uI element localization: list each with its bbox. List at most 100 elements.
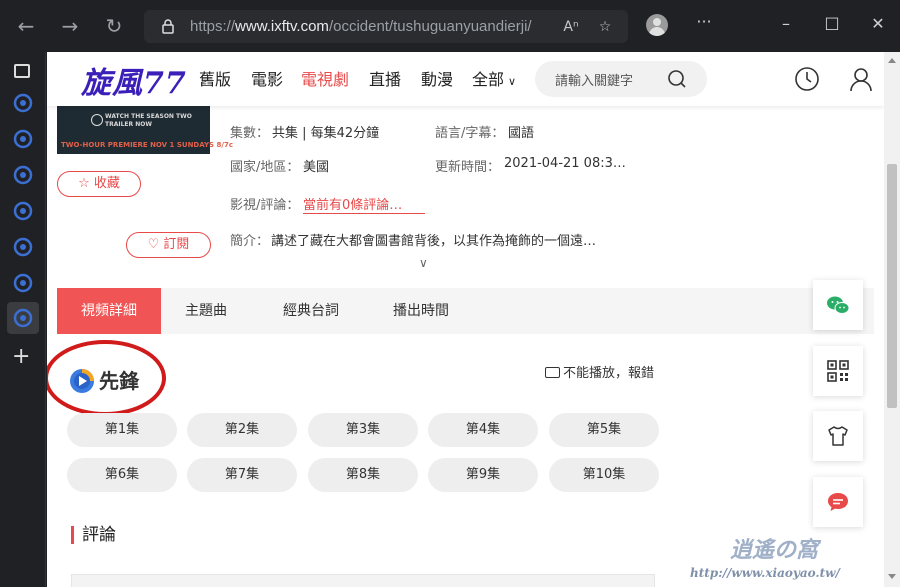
detail-tabs: 視頻詳細 主題曲 經典台詞 播出時間 [57,288,874,334]
new-tab-icon[interactable]: + [12,346,30,368]
chat-bubble-icon [828,493,848,511]
favorite-button[interactable]: ☆ 收藏 [57,171,141,197]
tab-favicon-icon[interactable] [12,128,34,150]
tab-theme-song[interactable]: 主題曲 [161,288,251,334]
forward-icon[interactable]: → [58,14,82,38]
episode-button[interactable]: 第6集 [67,458,177,492]
episode-button[interactable]: 第3集 [308,413,418,447]
episode-button[interactable]: 第2集 [187,413,297,447]
episode-button[interactable]: 第10集 [549,458,659,492]
episode-button[interactable]: 第7集 [187,458,297,492]
poster-image[interactable]: WATCH THE SEASON TWO TRAILER NOW TWO-HOU… [57,106,233,154]
watermark-logo-text: 逍遙の窩 [730,537,819,563]
search-icon[interactable] [667,69,687,89]
region-label: 國家/地區： [230,160,300,175]
expand-chevron-icon[interactable]: ∨ [419,256,428,270]
scrollbar-thumb[interactable] [887,164,897,408]
updated-label: 更新時間： [435,160,501,175]
scrollbar[interactable] [884,52,900,587]
region-value: 美國 [303,160,330,175]
comments-heading: 評論 [71,526,116,544]
poster-text: WATCH THE SEASON TWO [105,113,192,120]
watermark-url: http://www.xiaoyao.tw/ [690,566,840,580]
review-link[interactable]: 當前有0條評論… [303,194,425,214]
wechat-button[interactable] [813,280,863,330]
tab-favicon-icon[interactable] [12,200,34,222]
menu-item-live[interactable]: 直播 [369,66,401,90]
updated-value: 2021-04-21 08:3… [504,156,626,171]
intro-value: 講述了藏在大都會圖書館背後，以其作為掩飾的一個遠… [271,234,597,249]
language-value: 國語 [508,126,535,141]
tab-air-time[interactable]: 播出時間 [371,288,471,334]
mail-icon [545,367,560,378]
history-clock-icon[interactable] [794,66,820,92]
menu-item-old-version[interactable]: 舊版 [199,66,231,90]
menu-item-movies[interactable]: 電影 [251,66,283,90]
comment-input[interactable] [71,574,655,587]
episode-button[interactable]: 第5集 [549,413,659,447]
report-error-label: 不能播放，報錯 [563,366,655,381]
menu-item-tv-series[interactable]: 電視劇 [301,66,349,90]
heart-icon: ♡ [147,237,164,252]
favorite-label: 收藏 [93,176,120,191]
refresh-icon[interactable]: ↻ [102,14,126,38]
chevron-down-icon: ∨ [508,75,517,88]
site-logo[interactable]: 旋風77 [81,58,187,102]
episode-button[interactable]: 第1集 [67,413,177,447]
tab-favicon-icon[interactable] [12,92,34,114]
user-icon[interactable] [848,66,874,92]
back-icon[interactable]: ← [14,14,38,38]
menu-item-all-label: 全部 [472,70,505,89]
tab-classic-lines[interactable]: 經典台詞 [261,288,361,334]
browser-toolbar: ← → ↻ https://www.ixftv.com/occident/tus… [0,0,900,52]
source-name: 先鋒 [99,369,139,393]
url-text: https://www.ixftv.com/occident/tushuguan… [190,18,532,35]
intro-label: 簡介： [230,234,270,249]
source-xianfeng[interactable]: 先鋒 [61,360,157,396]
episodes-value: 共集 | 每集42分鐘 [272,126,380,141]
maximize-icon[interactable]: □ [822,13,842,32]
review-label: 影視/評論： [230,198,300,213]
poster-text: TRAILER NOW [105,121,152,128]
web-page: 旋風77 舊版 電影 電視劇 直播 動漫 全部 ∨ 請輸入關鍵字 WATCH TH… [47,52,884,587]
minimize-icon[interactable]: – [776,14,796,33]
tab-actions-icon[interactable] [14,64,30,78]
star-icon: ☆ [78,176,94,191]
qr-code-button[interactable] [813,346,863,396]
tshirt-icon [828,426,848,446]
read-aloud-icon[interactable]: Aⁿ [560,16,582,38]
subscribe-button[interactable]: ♡ 訂閱 [126,232,211,258]
address-bar[interactable]: https://www.ixftv.com/occident/tushuguan… [144,10,628,43]
episode-button[interactable]: 第9集 [428,458,538,492]
menu-item-anime[interactable]: 動漫 [421,66,453,90]
episode-button[interactable]: 第4集 [428,413,538,447]
episodes-label: 集數： [230,126,270,141]
subscribe-label: 訂閱 [163,237,190,252]
menu-item-all[interactable]: 全部 ∨ [472,66,516,90]
site-header: 旋風77 舊版 電影 電視劇 直播 動漫 全部 ∨ 請輸入關鍵字 [47,52,884,106]
wechat-icon [827,296,850,314]
search-input[interactable]: 請輸入關鍵字 [555,70,633,89]
search-box[interactable]: 請輸入關鍵字 [535,61,707,97]
poster-text: TWO-HOUR PREMIERE NOV 1 SUNDAYS 8/7c [61,141,233,149]
episode-button[interactable]: 第8集 [308,458,418,492]
add-favorite-icon[interactable]: ☆ [594,16,616,38]
vertical-tabs: + [0,52,46,587]
tab-favicon-icon[interactable] [12,272,34,294]
skin-button[interactable] [813,411,863,461]
tab-video-details[interactable]: 視頻詳細 [57,288,161,334]
tab-favicon-icon[interactable] [12,236,34,258]
avatar[interactable] [646,14,668,36]
play-icon [91,114,103,126]
feedback-button[interactable] [813,477,863,527]
qr-code-icon [827,360,849,382]
report-error-link[interactable]: 不能播放，報錯 [545,362,654,381]
scroll-up-icon[interactable] [888,58,896,63]
active-tab-favicon-icon[interactable] [7,302,39,334]
more-icon[interactable]: ··· [694,12,714,31]
lock-icon [162,19,174,34]
language-label: 語言/字幕： [435,126,505,141]
close-icon[interactable]: ✕ [868,14,888,33]
tab-favicon-icon[interactable] [12,164,34,186]
player-logo-icon [70,369,94,393]
